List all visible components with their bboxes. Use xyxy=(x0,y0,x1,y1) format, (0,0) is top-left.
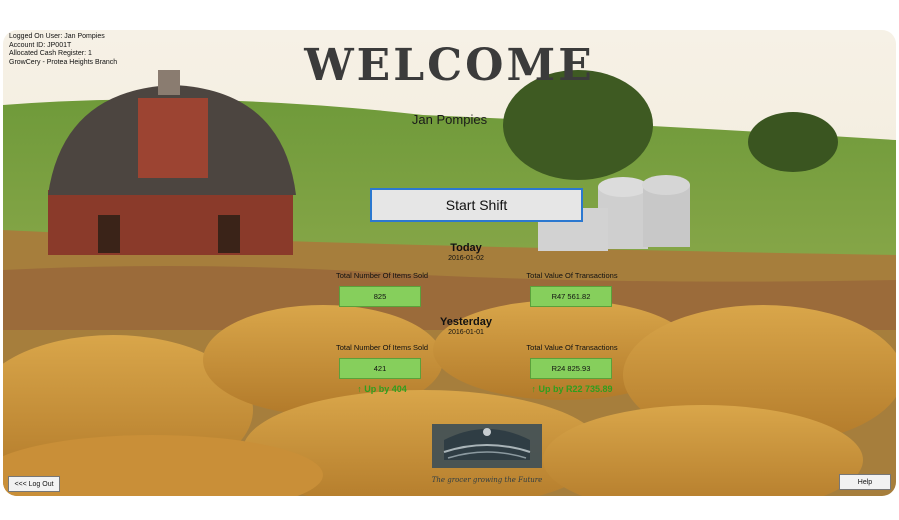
today-transactions-value: R47 561.82 xyxy=(530,286,612,307)
yesterday-date: 2016-01-01 xyxy=(448,329,484,336)
welcome-title: WELCOME xyxy=(304,40,595,91)
help-button[interactable]: Help xyxy=(839,474,891,490)
yesterday-transactions-value: R24 825.93 xyxy=(530,358,612,379)
today-items-sold-value: 825 xyxy=(339,286,421,307)
yesterday-transactions-value-label: Total Value Of Transactions xyxy=(526,343,618,352)
items-sold-change: ↑ Up by 404 xyxy=(357,384,407,394)
app-window: Logged On User: Jan Pompies Account ID: … xyxy=(3,30,896,496)
user-name: Jan Pompies xyxy=(411,112,488,127)
transactions-value-change: ↑ Up by R22 735.89 xyxy=(531,384,613,394)
yesterday-heading: Yesterday xyxy=(440,316,492,328)
today-items-sold-label: Total Number Of Items Sold xyxy=(335,271,429,280)
yesterday-items-sold-label: Total Number Of Items Sold xyxy=(335,343,429,352)
yesterday-items-sold-value: 421 xyxy=(339,358,421,379)
today-transactions-value-label: Total Value Of Transactions xyxy=(526,271,618,280)
today-heading: Today xyxy=(450,242,482,254)
logo-tagline: The grocer growing the Future xyxy=(432,476,543,484)
today-date: 2016-01-02 xyxy=(448,255,484,262)
start-shift-button[interactable]: Start Shift xyxy=(370,188,583,222)
log-out-button[interactable]: <<< Log Out xyxy=(8,476,60,492)
growcery-logo: The grocer growing the Future xyxy=(424,410,550,490)
